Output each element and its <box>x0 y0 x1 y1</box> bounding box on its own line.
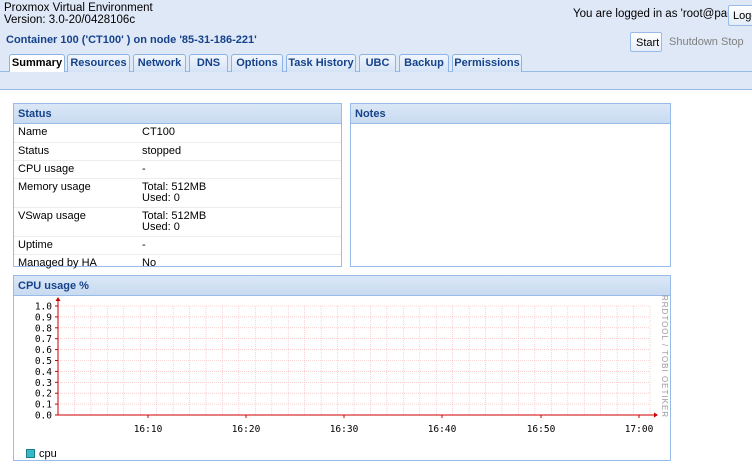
y-tick-label: 0.8 <box>35 323 52 334</box>
status-value-line: Used: 0 <box>142 191 180 204</box>
status-value: No <box>142 256 157 269</box>
status-value: CT100 <box>138 124 341 143</box>
start-button[interactable]: Start <box>630 32 662 52</box>
app-version: Version: 3.0-20/0428106c <box>4 14 136 26</box>
tab-dns[interactable]: DNS <box>189 54 228 72</box>
notes-panel-title: Notes <box>351 104 670 124</box>
status-value: - <box>138 236 341 255</box>
x-tick-label: 16:50 <box>527 424 556 435</box>
container-title: Container 100 ('CT100' ) on node '85-31-… <box>6 34 257 46</box>
status-panel: Status Name CT100 Status stopped CPU usa… <box>13 103 342 268</box>
tab-summary[interactable]: Summary <box>9 54 65 73</box>
status-value-line: Total: 512MB <box>142 209 207 222</box>
status-table: Name CT100 Status stopped CPU usage - Me… <box>14 124 341 272</box>
chart-legend: cpu <box>26 448 57 460</box>
container-toolbar: Container 100 ('CT100' ) on node '85-31-… <box>0 30 752 52</box>
login-status: You are logged in as 'root@pam' <box>573 8 739 20</box>
shutdown-button[interactable]: Shutdown <box>664 32 723 52</box>
x-tick-label: 16:20 <box>232 424 261 435</box>
tab-network[interactable]: Network <box>133 54 186 72</box>
status-value-line: Used: 0 <box>142 220 180 233</box>
tab-options[interactable]: Options <box>231 54 283 72</box>
status-key: Uptime <box>14 236 138 255</box>
y-tick-label: 0.0 <box>35 411 52 422</box>
top-header: Proxmox Virtual Environment Version: 3.0… <box>0 0 752 30</box>
table-row: Managed by HA No <box>14 254 341 272</box>
status-value: stopped <box>138 142 341 161</box>
table-row: VSwap usage Total: 512MB Used: 0 <box>14 207 341 237</box>
cpu-chart-title: CPU usage % <box>14 276 670 296</box>
table-row: Status stopped <box>14 142 341 161</box>
x-tick-label: 16:30 <box>330 424 359 435</box>
y-tick-label: 0.5 <box>35 356 52 367</box>
tab-task-history[interactable]: Task History <box>286 54 356 72</box>
stop-button[interactable]: Stop <box>716 32 749 52</box>
summary-content: Status Name CT100 Status stopped CPU usa… <box>0 90 752 470</box>
status-value: Total: 512MB Used: 0 <box>138 207 341 237</box>
cpu-chart: 1.00.90.80.70.60.50.40.30.20.10.0 16:10 16… <box>35 297 658 435</box>
y-tick-label: 0.9 <box>35 312 52 323</box>
tab-backup[interactable]: Backup <box>399 54 449 72</box>
status-panel-title: Status <box>14 104 341 124</box>
status-key: Memory usage <box>14 178 138 208</box>
x-axis-arrow <box>654 412 658 418</box>
status-key: CPU usage <box>14 160 138 179</box>
status-value: Total: 512MB Used: 0 <box>138 178 341 208</box>
y-axis-arrow <box>55 297 61 301</box>
tab-bar: Summary Resources Network DNS Options Ta… <box>0 52 752 73</box>
rrdtool-credit: RRDTOOL / TOBI OETIKER <box>660 295 669 419</box>
x-tick-label: 16:40 <box>428 424 457 435</box>
y-tick-label: 0.6 <box>35 345 52 356</box>
y-tick-label: 0.4 <box>35 367 52 378</box>
status-key: Managed by HA <box>18 256 97 269</box>
table-row: Uptime - <box>14 236 341 255</box>
legend-label-cpu: cpu <box>39 448 57 460</box>
x-tick-label: 17:00 <box>625 424 654 435</box>
notes-panel[interactable]: Notes <box>350 103 671 267</box>
status-value: - <box>138 160 341 179</box>
table-row: Name CT100 <box>14 124 341 143</box>
tab-toolbar <box>0 72 752 90</box>
legend-swatch-cpu <box>26 449 35 458</box>
status-value-line: Total: 512MB <box>142 180 207 193</box>
table-row: CPU usage - <box>14 160 341 179</box>
cpu-chart-panel: CPU usage % 1.0 0.9 0.8 0.7 0.6 0.5 0.4 0.3 0.2 0… <box>13 275 671 461</box>
y-tick-label: 0.3 <box>35 378 52 389</box>
logout-button[interactable]: Logout <box>728 5 752 26</box>
y-tick-label: 0.7 <box>35 334 52 345</box>
y-tick-label: 0.1 <box>35 400 52 411</box>
status-key: Status <box>14 142 138 161</box>
tab-resources[interactable]: Resources <box>67 54 130 72</box>
table-row: Memory usage Total: 512MB Used: 0 <box>14 178 341 208</box>
y-tick-label: 1.0 <box>35 302 52 313</box>
x-tick-label: 16:10 <box>134 424 163 435</box>
status-key: VSwap usage <box>14 207 138 237</box>
tab-permissions[interactable]: Permissions <box>452 54 522 72</box>
y-tick-label: 0.2 <box>35 389 52 400</box>
status-key: Name <box>14 124 138 143</box>
tab-ubc[interactable]: UBC <box>359 54 396 72</box>
